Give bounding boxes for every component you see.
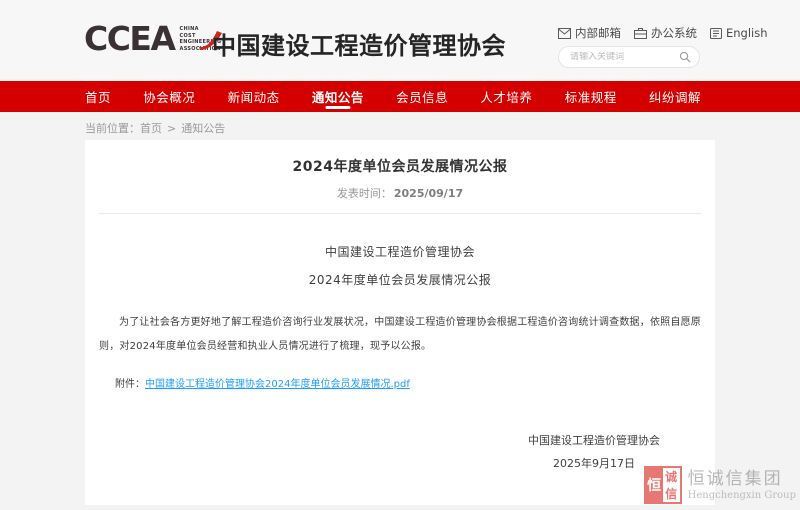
- quick-link-label: 办公系统: [651, 25, 697, 41]
- quick-link-english[interactable]: English: [710, 26, 768, 40]
- quick-link-label: 内部邮箱: [575, 25, 621, 41]
- article-meta: 发表时间：2025/09/17: [85, 186, 715, 201]
- publish-time: 2025/09/17: [394, 187, 463, 200]
- title-divider: [99, 213, 701, 214]
- article-card: 2024年度单位会员发展情况公报 发表时间：2025/09/17 中国建设工程造…: [85, 140, 715, 505]
- logo-acronym: CCEA: [84, 21, 175, 57]
- search-box: [558, 46, 700, 68]
- document-heading-line2: 2024年度单位会员发展情况公报: [85, 270, 715, 290]
- article-paragraph: 为了让社会各方更好地了解工程造价咨询行业发展状况，中国建设工程造价管理协会根据工…: [99, 311, 701, 359]
- breadcrumb-prefix: 当前位置：: [85, 122, 140, 135]
- article-title: 2024年度单位会员发展情况公报: [85, 140, 715, 177]
- signature-name: 中国建设工程造价管理协会: [528, 433, 660, 449]
- nav-item-notices[interactable]: 通知公告: [312, 81, 364, 112]
- site-header: CCEA CHINA COST ENGINEERING ASSOCIATION …: [0, 0, 800, 81]
- quick-link-internal-mail[interactable]: 内部邮箱: [558, 25, 621, 41]
- search-input[interactable]: [570, 52, 679, 62]
- nav-item-news[interactable]: 新闻动态: [228, 81, 280, 112]
- signature-date: 2025年9月17日: [528, 456, 660, 472]
- briefcase-icon: [634, 28, 647, 39]
- attachment-row: 附件：中国建设工程造价管理协会2024年度单位会员发展情况.pdf: [99, 377, 701, 393]
- signature-block: 中国建设工程造价管理协会 2025年9月17日: [528, 433, 660, 472]
- search-icon[interactable]: [679, 51, 691, 63]
- page: CCEA CHINA COST ENGINEERING ASSOCIATION …: [0, 0, 800, 510]
- breadcrumb-home-link[interactable]: 首页: [140, 122, 162, 135]
- document-heading-line1: 中国建设工程造价管理协会: [85, 242, 715, 262]
- quick-links: 内部邮箱 办公系统 English: [558, 25, 768, 41]
- nav-item-home[interactable]: 首页: [85, 81, 111, 112]
- nav-item-about[interactable]: 协会概况: [143, 81, 195, 112]
- main-nav: 首页 协会概况 新闻动态 通知公告 会员信息 人才培养 标准规程 纠纷调解: [0, 81, 800, 112]
- site-logo[interactable]: CCEA CHINA COST ENGINEERING ASSOCIATION: [84, 21, 221, 57]
- attachment-pdf-link[interactable]: 中国建设工程造价管理协会2024年度单位会员发展情况.pdf: [145, 379, 410, 390]
- book-icon: [710, 28, 722, 39]
- breadcrumb: 当前位置：首页 > 通知公告: [85, 120, 225, 136]
- nav-item-members[interactable]: 会员信息: [396, 81, 448, 112]
- site-title: 中国建设工程造价管理协会: [212, 26, 506, 61]
- quick-link-office-system[interactable]: 办公系统: [634, 25, 697, 41]
- nav-item-training[interactable]: 人才培养: [480, 81, 532, 112]
- quick-link-label: English: [726, 26, 768, 40]
- nav-item-mediation[interactable]: 纠纷调解: [649, 81, 701, 112]
- publish-time-label: 发表时间：: [337, 187, 392, 200]
- nav-item-standards[interactable]: 标准规程: [565, 81, 617, 112]
- breadcrumb-current-link[interactable]: 通知公告: [181, 122, 225, 135]
- mail-icon: [558, 28, 571, 39]
- breadcrumb-separator: >: [167, 122, 176, 135]
- attachment-label: 附件：: [115, 379, 145, 390]
